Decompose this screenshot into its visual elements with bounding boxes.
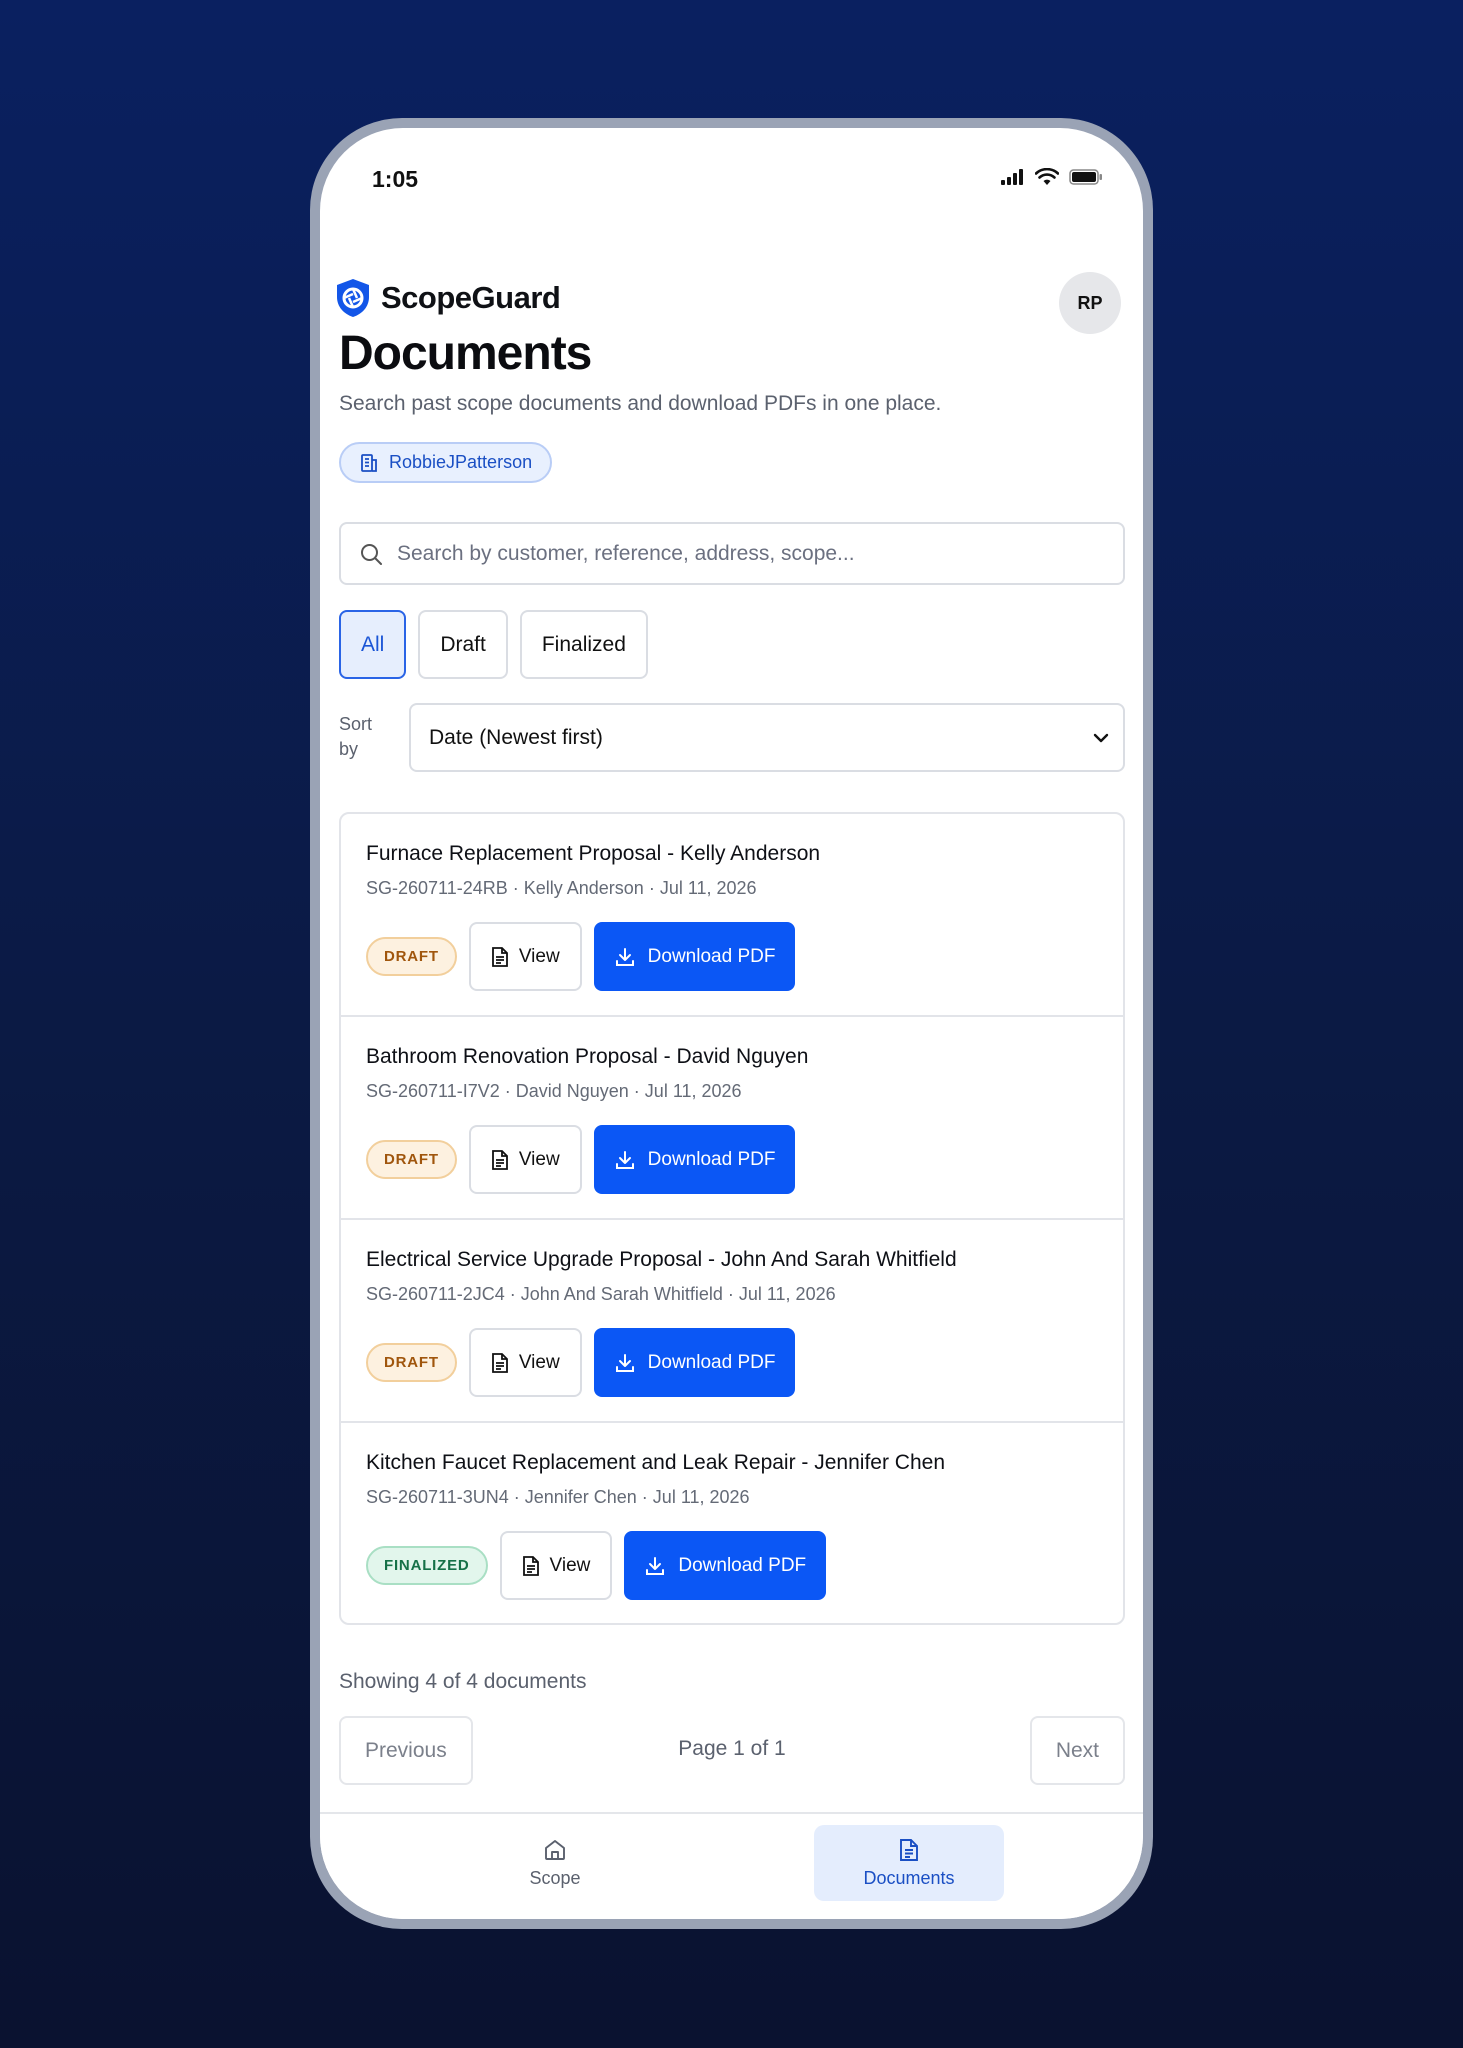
document-meta: SG-260711-24RB · Kelly Anderson · Jul 11… <box>366 878 757 898</box>
download-icon <box>615 1353 634 1372</box>
document-item: Electrical Service Upgrade Proposal - Jo… <box>341 1220 1123 1423</box>
search-input[interactable] <box>397 541 1123 566</box>
tab-scope-label: Scope <box>529 1867 581 1888</box>
sort-select[interactable]: Date (Newest first) <box>409 703 1125 772</box>
document-icon <box>900 1838 918 1861</box>
download-pdf-button[interactable]: Download PDF <box>624 1531 827 1600</box>
tab-scope[interactable]: Scope <box>460 1825 650 1901</box>
document-icon <box>491 946 508 967</box>
organization-chip[interactable]: RobbieJPatterson <box>339 442 553 483</box>
search-icon <box>361 543 382 565</box>
status-time: 1:05 <box>372 166 419 192</box>
sort-select-value: Date (Newest first) <box>429 725 603 749</box>
document-meta: SG-260711-2JC4 · John And Sarah Whitfiel… <box>366 1284 836 1304</box>
view-button-label: View <box>518 945 560 967</box>
document-actions: DRAFT View Download PDF <box>366 922 796 991</box>
status-badge: FINALIZED <box>366 1546 488 1585</box>
chevron-down-icon <box>1093 733 1109 742</box>
status-bar: 1:05 <box>320 128 1143 218</box>
document-actions: DRAFT View Download PDF <box>366 1125 796 1194</box>
status-badge: DRAFT <box>366 1343 457 1382</box>
download-icon <box>615 947 634 966</box>
document-list: Furnace Replacement Proposal - Kelly And… <box>339 812 1125 1625</box>
pagination: Previous Page 1 of 1 Next <box>339 1716 1125 1785</box>
document-icon <box>522 1555 539 1576</box>
search-box <box>339 522 1125 585</box>
next-page-button[interactable]: Next <box>1029 1716 1125 1785</box>
document-title: Furnace Replacement Proposal - Kelly And… <box>366 842 821 865</box>
document-icon <box>491 1352 508 1373</box>
wifi-icon <box>1035 168 1059 185</box>
tab-documents[interactable]: Documents <box>814 1825 1004 1901</box>
app-header: ScopeGuard RP <box>320 256 1143 336</box>
sort-label: Sort by <box>339 714 373 759</box>
document-icon <box>491 1149 508 1170</box>
phone-frame: 1:05 ScopeGuard RP Documents Search past… <box>310 118 1153 1929</box>
brand-name: ScopeGuard <box>381 280 561 315</box>
tab-documents-label: Documents <box>863 1867 955 1888</box>
view-button-label: View <box>549 1554 591 1576</box>
view-button[interactable]: View <box>499 1531 613 1600</box>
document-meta: SG-260711-I7V2 · David Nguyen · Jul 11, … <box>366 1081 742 1101</box>
view-button-label: View <box>518 1148 560 1170</box>
results-count: Showing 4 of 4 documents <box>339 1670 587 1693</box>
document-actions: FINALIZED View Download PDF <box>366 1531 827 1600</box>
download-pdf-label: Download PDF <box>678 1554 807 1576</box>
view-button[interactable]: View <box>468 1125 582 1194</box>
page-title: Documents <box>339 327 592 380</box>
battery-icon <box>1069 169 1102 185</box>
download-icon <box>615 1150 634 1169</box>
shield-logo-icon <box>337 279 369 317</box>
document-meta: SG-260711-3UN4 · Jennifer Chen · Jul 11,… <box>366 1487 750 1507</box>
app-screen: 1:05 ScopeGuard RP Documents Search past… <box>320 128 1143 1919</box>
download-pdf-label: Download PDF <box>647 1148 776 1170</box>
building-icon <box>361 453 377 472</box>
document-item: Kitchen Faucet Replacement and Leak Repa… <box>341 1423 1123 1623</box>
page-subtitle: Search past scope documents and download… <box>339 392 942 415</box>
download-pdf-label: Download PDF <box>647 1351 776 1373</box>
organization-name: RobbieJPatterson <box>389 452 533 472</box>
view-button-label: View <box>518 1351 560 1373</box>
filter-draft-button[interactable]: Draft <box>418 610 508 679</box>
avatar[interactable]: RP <box>1059 272 1121 334</box>
status-badge: DRAFT <box>366 937 457 976</box>
filter-finalized-button[interactable]: Finalized <box>519 610 648 679</box>
download-icon <box>646 1556 665 1575</box>
download-pdf-button[interactable]: Download PDF <box>593 1125 796 1194</box>
signal-icon <box>1001 169 1023 185</box>
brand: ScopeGuard <box>335 278 561 318</box>
download-pdf-button[interactable]: Download PDF <box>593 1328 796 1397</box>
view-button[interactable]: View <box>468 1328 582 1397</box>
status-filters: All Draft Finalized <box>339 610 648 679</box>
document-item: Furnace Replacement Proposal - Kelly And… <box>341 814 1123 1017</box>
download-pdf-button[interactable]: Download PDF <box>593 922 796 991</box>
status-badge: DRAFT <box>366 1140 457 1179</box>
document-actions: DRAFT View Download PDF <box>366 1328 796 1397</box>
document-item: Bathroom Renovation Proposal - David Ngu… <box>341 1017 1123 1220</box>
bottom-tab-bar: Scope Documents <box>320 1812 1143 1919</box>
filter-all-button[interactable]: All <box>339 610 407 679</box>
status-icons <box>1001 168 1103 186</box>
page-indicator: Page 1 of 1 <box>678 1737 786 1760</box>
view-button[interactable]: View <box>468 922 582 991</box>
document-title: Bathroom Renovation Proposal - David Ngu… <box>366 1045 809 1068</box>
home-icon <box>545 1839 565 1860</box>
download-pdf-label: Download PDF <box>647 945 776 967</box>
document-title: Kitchen Faucet Replacement and Leak Repa… <box>366 1451 945 1474</box>
document-title: Electrical Service Upgrade Proposal - Jo… <box>366 1248 957 1271</box>
